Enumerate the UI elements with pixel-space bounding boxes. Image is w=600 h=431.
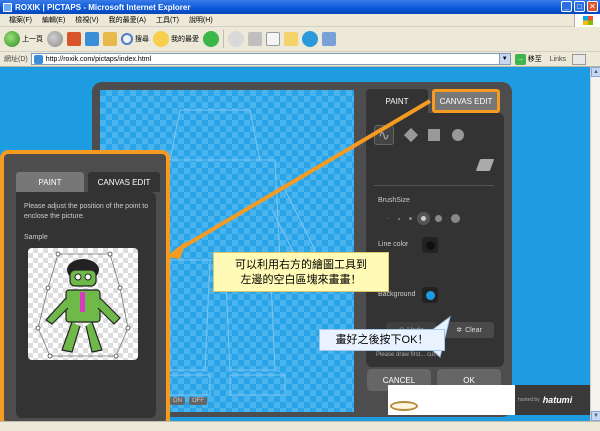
links-toolbar[interactable]: Links: [550, 56, 566, 63]
dropdown-arrow-icon[interactable]: ▼: [498, 54, 510, 64]
search-icon: [121, 33, 133, 45]
ok-hint-callout: 畫好之後按下OK！: [319, 329, 445, 351]
star-icon: [153, 31, 169, 47]
sample-image: [28, 248, 138, 360]
window-title: ROXIK | PICTAPS - Microsoft Internet Exp…: [15, 2, 191, 12]
back-button[interactable]: 上一頁: [4, 31, 43, 47]
menu-tools[interactable]: 工具(T): [151, 15, 184, 25]
address-input[interactable]: http://roxik.com/pictaps/index.html ▼: [30, 53, 511, 65]
callout-line-2: 左邊的空白區塊來畫畫！: [240, 274, 362, 286]
forward-button[interactable]: [47, 31, 63, 47]
page-icon: [33, 54, 43, 64]
toolbar-extension-icon[interactable]: [572, 53, 587, 65]
page-content: PAINT CANVAS EDIT BrushSize Line color B…: [0, 67, 590, 431]
sample-character-drawing: [35, 251, 131, 359]
browser-toolbar: 上一頁 搜尋 我的最愛: [0, 27, 600, 52]
go-arrow-icon: →: [514, 53, 526, 65]
menu-help[interactable]: 說明(H): [184, 15, 218, 25]
forward-arrow-icon: [47, 31, 63, 47]
callout-line-1: 可以利用右方的繪圖工具到: [235, 259, 367, 271]
back-arrow-icon: [4, 31, 20, 47]
window-titlebar: ROXIK | PICTAPS - Microsoft Internet Exp…: [0, 0, 600, 14]
favorites-label: 我的最愛: [171, 36, 199, 43]
print-icon[interactable]: [248, 32, 262, 46]
menu-file[interactable]: 檔案(F): [4, 15, 37, 25]
minimize-button[interactable]: _: [561, 1, 572, 12]
stop-icon[interactable]: [67, 32, 81, 46]
windows-logo-icon: [574, 14, 600, 27]
address-label: 網址(D): [4, 56, 28, 63]
menu-edit[interactable]: 編輯(E): [37, 15, 70, 25]
history-icon[interactable]: [203, 31, 219, 47]
scroll-up-icon[interactable]: ▲: [591, 67, 600, 77]
address-bar: 網址(D) http://roxik.com/pictaps/index.htm…: [0, 52, 600, 67]
folder-icon[interactable]: [284, 32, 298, 46]
research-icon[interactable]: [322, 32, 336, 46]
toolbar-divider: [223, 30, 224, 48]
window-controls: _ □ ✕: [561, 1, 598, 12]
scroll-down-icon[interactable]: ▼: [591, 411, 600, 421]
mail-icon[interactable]: [228, 31, 244, 47]
close-button[interactable]: ✕: [587, 1, 598, 12]
menu-bar: 檔案(F) 編輯(E) 檢視(V) 我的最愛(A) 工具(T) 說明(H): [0, 14, 600, 27]
maximize-button[interactable]: □: [574, 1, 585, 12]
canvas-edit-instructions: Please adjust the position of the point …: [24, 203, 149, 220]
go-button[interactable]: → 移至: [514, 53, 542, 65]
zoomed-tabs: PAINT CANVAS EDIT: [16, 172, 160, 192]
status-bar: [0, 421, 600, 431]
zoomed-tab-canvas-edit[interactable]: CANVAS EDIT: [88, 172, 160, 192]
zoomed-canvas-edit-body: Please adjust the position of the point …: [16, 192, 156, 418]
home-icon[interactable]: [103, 32, 117, 46]
menu-favorites[interactable]: 我的最愛(A): [104, 15, 151, 25]
search-label: 搜尋: [135, 36, 149, 43]
refresh-icon[interactable]: [85, 32, 99, 46]
messenger-icon[interactable]: [302, 31, 318, 47]
sample-label: Sample: [24, 234, 48, 241]
drawing-tools-callout: 可以利用右方的繪圖工具到 左邊的空白區塊來畫畫！: [213, 252, 389, 292]
go-label: 移至: [527, 56, 542, 63]
address-url: http://roxik.com/pictaps/index.html: [45, 55, 152, 63]
menu-view[interactable]: 檢視(V): [70, 15, 103, 25]
search-button[interactable]: 搜尋: [121, 33, 149, 45]
ie-icon: [3, 2, 12, 12]
favorites-button[interactable]: 我的最愛: [153, 31, 199, 47]
back-label: 上一頁: [22, 36, 43, 43]
vertical-scrollbar[interactable]: ▲ ▼: [590, 67, 600, 421]
zoomed-tab-paint[interactable]: PAINT: [16, 172, 84, 192]
zoomed-canvas-edit-panel: PAINT CANVAS EDIT Please adjust the posi…: [0, 150, 170, 427]
edit-icon[interactable]: [266, 32, 280, 46]
